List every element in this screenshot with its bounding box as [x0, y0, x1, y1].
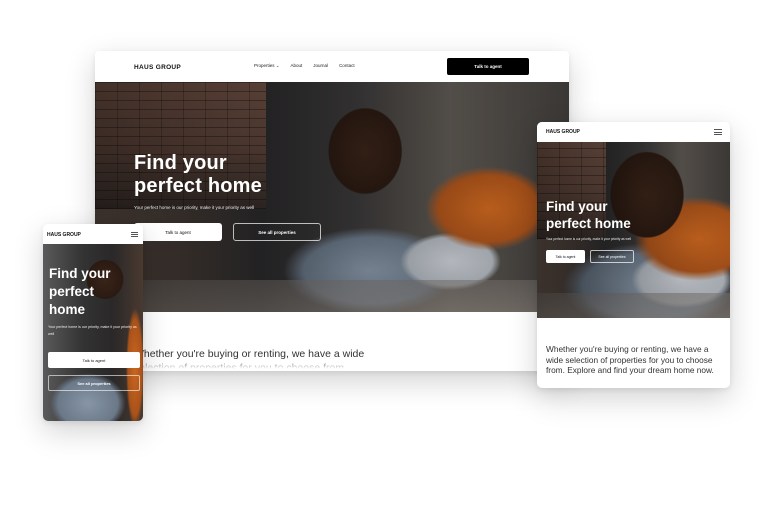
- nav-item-contact[interactable]: Contact: [339, 63, 355, 69]
- phone-nav: HAUS GROUP: [43, 224, 143, 244]
- logo[interactable]: HAUS GROUP: [47, 232, 81, 238]
- hamburger-menu-icon[interactable]: [131, 232, 138, 237]
- hero-subtitle: Your perfect home is our priority, make …: [546, 237, 632, 241]
- talk-to-agent-button[interactable]: Talk to agent: [134, 223, 222, 241]
- mockup-stage: HAUS GROUP Properties ⌄ About Journal Co…: [0, 0, 768, 512]
- tablet-mockup: HAUS GROUP Find your perfect home Your p…: [537, 122, 730, 388]
- hero-title: Find your perfect home: [546, 199, 631, 231]
- phone-mockup: HAUS GROUP Find your perfect home Your p…: [43, 224, 143, 421]
- talk-to-agent-button[interactable]: Talk to agent: [48, 352, 140, 368]
- nav-item-properties[interactable]: Properties ⌄: [254, 63, 280, 69]
- nav-item-about[interactable]: About: [291, 63, 303, 69]
- hamburger-menu-icon[interactable]: [714, 129, 722, 135]
- hero-subtitle: Your perfect home is our priority, make …: [134, 205, 255, 210]
- hero-title: Find your perfect home: [49, 266, 111, 317]
- talk-to-agent-button[interactable]: Talk to agent: [546, 250, 585, 263]
- desktop-mockup: HAUS GROUP Properties ⌄ About Journal Co…: [95, 51, 569, 371]
- hero-title: Find your perfect home: [134, 152, 262, 197]
- desktop-nav: HAUS GROUP Properties ⌄ About Journal Co…: [95, 51, 569, 82]
- see-all-properties-button[interactable]: See all properties: [590, 250, 634, 263]
- intro-text: Whether you're buying or renting, we hav…: [546, 344, 714, 375]
- see-all-properties-button[interactable]: See all properties: [48, 375, 140, 391]
- tablet-nav: HAUS GROUP: [537, 122, 730, 142]
- logo[interactable]: HAUS GROUP: [134, 64, 181, 71]
- nav-menu: Properties ⌄ About Journal Contact: [254, 63, 355, 69]
- hero-subtitle: Your perfect home is our priority, make …: [48, 325, 137, 336]
- logo[interactable]: HAUS GROUP: [546, 129, 580, 135]
- talk-to-agent-nav-button[interactable]: Talk to agent: [447, 58, 529, 75]
- see-all-properties-button[interactable]: See all properties: [233, 223, 321, 241]
- nav-item-journal[interactable]: Journal: [313, 63, 328, 69]
